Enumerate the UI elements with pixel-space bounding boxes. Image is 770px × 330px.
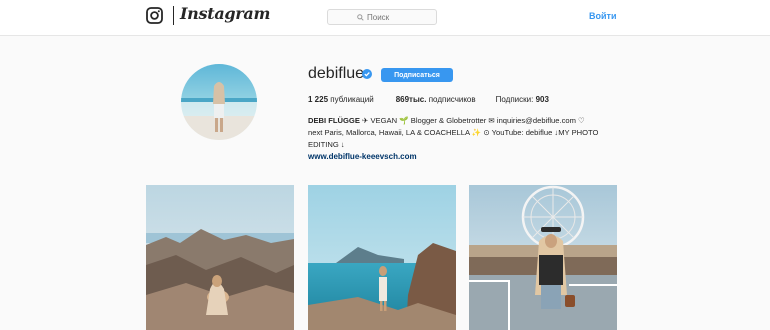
search-box[interactable]	[327, 9, 437, 25]
login-link[interactable]: Войти	[589, 11, 616, 21]
follow-button[interactable]: Подписаться	[381, 68, 453, 82]
bio-line-2: next Paris, Mallorca, Hawaii, LA & COACH…	[308, 128, 599, 137]
followers-count-value: 869тыс.	[395, 95, 427, 104]
top-navigation-bar: Instagram Войти	[0, 0, 770, 36]
profile-username: debiflue	[308, 65, 365, 82]
profile-stats: 1 225 публикаций 869тыс. подписчиков Под…	[308, 95, 549, 104]
post-thumbnail-3[interactable]	[469, 185, 617, 330]
logo-divider	[173, 6, 174, 25]
bio-line-1-text: ✈ VEGAN 🌱 Blogger & Globetrotter ✉ inqui…	[359, 116, 585, 125]
posts-count: 1 225 публикаций	[308, 95, 374, 104]
followers-count-label: подписчиков	[428, 95, 476, 104]
search-icon	[357, 13, 364, 21]
bio-full-name: DEBI FLÜGGE	[308, 116, 360, 125]
verified-badge-icon	[362, 69, 372, 79]
followers-count[interactable]: 869тыс. подписчиков	[396, 95, 476, 104]
following-count[interactable]: Подписки: 903	[496, 95, 549, 104]
profile-bio: DEBI FLÜGGE ✈ VEGAN 🌱 Blogger & Globetro…	[308, 115, 628, 151]
posts-count-label: публикаций	[330, 95, 374, 104]
bio-line-1: DEBI FLÜGGE ✈ VEGAN 🌱 Blogger & Globetro…	[308, 115, 628, 127]
bio-line-3: EDITING ↓	[308, 140, 345, 149]
following-count-label: Подписки:	[495, 95, 534, 104]
avatar-photo	[181, 64, 257, 140]
post-photo-mountain-view	[146, 185, 294, 330]
post-photo-ocean-cliff	[308, 185, 456, 330]
search-input[interactable]	[367, 12, 407, 22]
avatar[interactable]	[181, 64, 257, 140]
post-thumbnail-2[interactable]	[308, 185, 456, 330]
posts-count-value: 1 225	[308, 95, 329, 104]
instagram-wordmark[interactable]: Instagram	[180, 4, 270, 23]
instagram-glyph-icon[interactable]	[146, 7, 163, 24]
post-photo-ferris-wheel	[469, 185, 617, 330]
bio-website-link[interactable]: www.debiflue-keeevsch.com	[308, 152, 417, 161]
following-count-value: 903	[535, 95, 549, 104]
post-thumbnail-1[interactable]	[146, 185, 294, 330]
